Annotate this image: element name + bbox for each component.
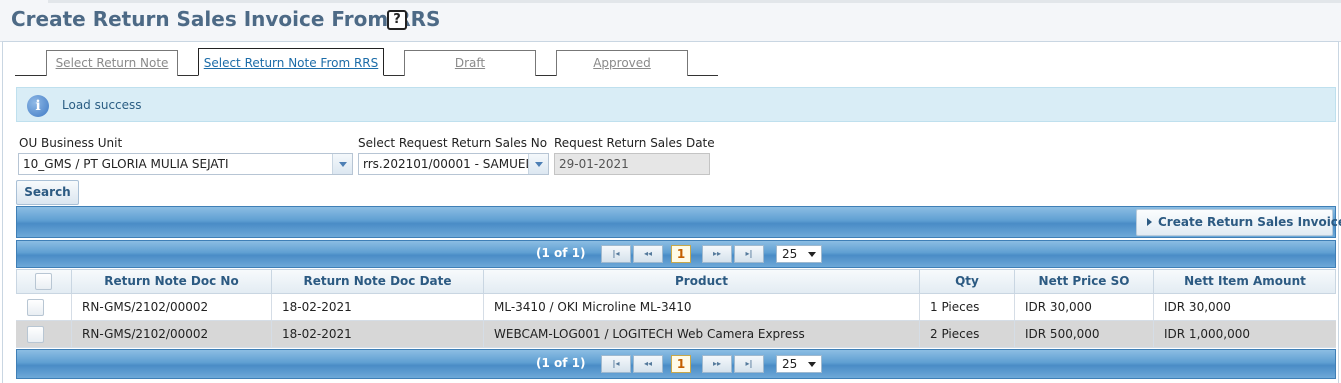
- create-button-label: Create Return Sales Invoice: [1158, 215, 1341, 229]
- cell-nett-amount: IDR 30,000: [1164, 300, 1231, 314]
- tab-select-return-note[interactable]: Select Return Note: [46, 50, 178, 76]
- rrs-label: Select Request Return Sales No: [358, 136, 548, 150]
- row-checkbox[interactable]: [27, 299, 44, 316]
- date-value: 29-01-2021: [559, 157, 629, 171]
- last-page-button[interactable]: ▸|: [734, 355, 764, 373]
- cell-product: WEBCAM-LOG001 / LOGITECH Web Camera Expr…: [484, 321, 920, 348]
- col-return-note-doc-no[interactable]: Return Note Doc No: [72, 269, 272, 294]
- select-all-checkbox[interactable]: [35, 273, 52, 290]
- cell-doc-date: 18-02-2021: [272, 294, 484, 321]
- page-info: (1 of 1): [536, 356, 586, 370]
- tab-select-return-note-from-rrs[interactable]: Select Return Note From RRS: [198, 48, 384, 76]
- cell-qty: 2 Pieces: [920, 321, 1015, 348]
- info-icon: i: [27, 95, 49, 117]
- ou-label: OU Business Unit: [19, 136, 123, 150]
- first-page-button[interactable]: |◂: [601, 245, 631, 263]
- cell-nett-price: IDR 30,000: [1015, 294, 1154, 321]
- last-page-button[interactable]: ▸|: [734, 245, 764, 263]
- rows-per-page-select[interactable]: 25: [776, 245, 822, 263]
- tab-draft[interactable]: Draft: [404, 50, 536, 76]
- date-field: 29-01-2021: [554, 153, 710, 175]
- top-strip: [48, 0, 1341, 3]
- next-page-button[interactable]: ▸▸: [702, 355, 732, 373]
- chevron-down-icon[interactable]: [332, 154, 352, 174]
- first-page-button[interactable]: |◂: [601, 355, 631, 373]
- page-title: Create Return Sales Invoice From RRS: [11, 7, 441, 31]
- table-row[interactable]: RN-GMS/2102/00002 18-02-2021 WEBCAM-LOG0…: [16, 321, 1336, 348]
- col-nett-item-amount[interactable]: Nett Item Amount: [1154, 269, 1336, 294]
- message-box: [16, 87, 1336, 122]
- rows-per-page-value: 25: [782, 357, 798, 371]
- chevron-down-icon: [808, 362, 816, 367]
- row-select-cell: [16, 294, 72, 321]
- current-page[interactable]: 1: [671, 355, 691, 373]
- rows-per-page-value: 25: [782, 247, 798, 261]
- ou-select[interactable]: 10_GMS / PT GLORIA MULIA SEJATI: [18, 153, 353, 175]
- message-text: Load success: [62, 98, 142, 112]
- cell-qty: 1 Pieces: [920, 294, 1015, 321]
- cell-doc-no: RN-GMS/2102/00002: [72, 294, 272, 321]
- select-all-cell: [16, 269, 72, 294]
- row-checkbox[interactable]: [27, 326, 44, 343]
- create-return-sales-invoice-button[interactable]: Create Return Sales Invoice: [1136, 209, 1341, 236]
- cell-nett-amount: IDR 1,000,000: [1164, 327, 1251, 341]
- chevron-down-icon: [808, 252, 816, 257]
- cell-doc-no: RN-GMS/2102/00002: [72, 321, 272, 348]
- chevron-down-icon[interactable]: [528, 154, 548, 174]
- triangle-right-icon: [1147, 218, 1152, 226]
- tab-approved[interactable]: Approved: [556, 50, 688, 76]
- row-select-cell: [16, 321, 72, 348]
- rrs-value: rrs.202101/00001 - SAMUEL: [363, 157, 528, 171]
- cell-product: ML-3410 / OKI Microline ML-3410: [484, 294, 920, 321]
- search-button[interactable]: Search: [16, 180, 79, 205]
- date-label: Request Return Sales Date: [554, 136, 715, 150]
- table-row[interactable]: RN-GMS/2102/00002 18-02-2021 ML-3410 / O…: [16, 294, 1336, 321]
- ou-value: 10_GMS / PT GLORIA MULIA SEJATI: [23, 157, 229, 171]
- prev-page-button[interactable]: ◂◂: [633, 355, 663, 373]
- col-return-note-doc-date[interactable]: Return Note Doc Date: [272, 269, 484, 294]
- page-info: (1 of 1): [536, 246, 586, 260]
- current-page[interactable]: 1: [671, 245, 691, 263]
- prev-page-button[interactable]: ◂◂: [633, 245, 663, 263]
- col-qty[interactable]: Qty: [920, 269, 1015, 294]
- rows-per-page-select[interactable]: 25: [776, 355, 822, 373]
- rrs-select[interactable]: rrs.202101/00001 - SAMUEL: [358, 153, 549, 175]
- help-icon[interactable]: ?: [387, 10, 407, 30]
- next-page-button[interactable]: ▸▸: [702, 245, 732, 263]
- cell-nett-price: IDR 500,000: [1015, 321, 1154, 348]
- col-product[interactable]: Product: [484, 269, 920, 294]
- col-nett-price-so[interactable]: Nett Price SO: [1015, 269, 1154, 294]
- cell-doc-date: 18-02-2021: [272, 321, 484, 348]
